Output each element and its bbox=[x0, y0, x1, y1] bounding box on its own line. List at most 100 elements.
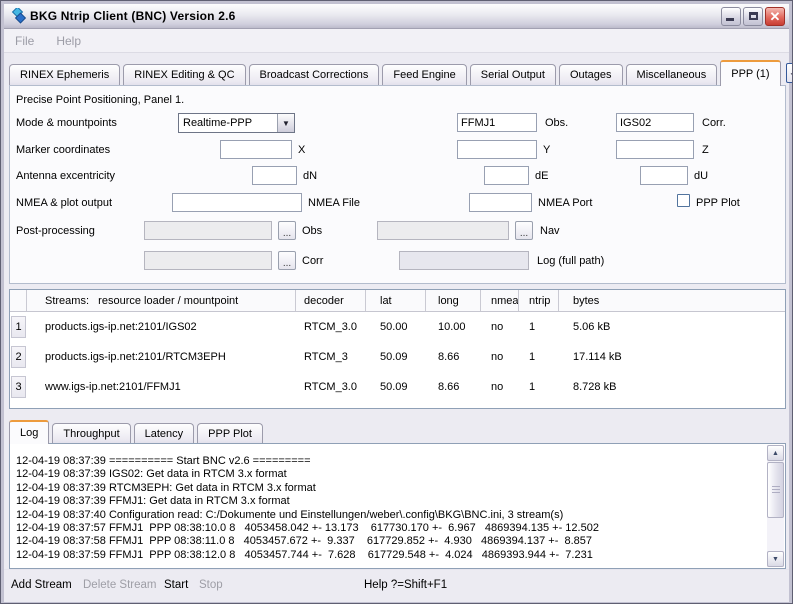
nmea-file-input[interactable] bbox=[172, 193, 302, 212]
antenna-dn-input[interactable] bbox=[252, 166, 297, 185]
tab-broadcast-corrections[interactable]: Broadcast Corrections bbox=[249, 64, 380, 85]
corr-label: Corr. bbox=[702, 117, 726, 129]
browse-nav-button[interactable]: ... bbox=[515, 221, 533, 240]
nmea-port-label: NMEA Port bbox=[538, 197, 592, 209]
scrollbar-thumb[interactable] bbox=[767, 462, 784, 518]
post-log-input bbox=[399, 251, 529, 270]
tab-miscellaneous[interactable]: Miscellaneous bbox=[626, 64, 718, 85]
window-controls: ✕ bbox=[721, 7, 785, 26]
tab-outages[interactable]: Outages bbox=[559, 64, 623, 85]
menu-file[interactable]: File bbox=[15, 34, 34, 48]
post-nav-input bbox=[377, 221, 509, 240]
header-ntrip: ntrip bbox=[519, 290, 559, 311]
tab-serial-output[interactable]: Serial Output bbox=[470, 64, 556, 85]
add-stream-button[interactable]: Add Stream bbox=[11, 579, 72, 591]
scroll-down-icon[interactable]: ▼ bbox=[767, 551, 784, 567]
close-button[interactable]: ✕ bbox=[765, 7, 785, 26]
browse-corr-button[interactable]: ... bbox=[278, 251, 296, 270]
mode-combobox-value: Realtime-PPP bbox=[179, 117, 277, 129]
cell-long[interactable]: 8.66 bbox=[426, 372, 481, 402]
top-tab-bar: RINEX Ephemeris RINEX Editing & QC Broad… bbox=[9, 59, 784, 85]
marker-x-input[interactable] bbox=[220, 140, 292, 159]
tab-log[interactable]: Log bbox=[9, 420, 49, 444]
cell-decoder[interactable]: RTCM_3.0 bbox=[296, 312, 366, 342]
cell-bytes[interactable]: 17.114 kB bbox=[559, 342, 785, 372]
antenna-excentricity-label: Antenna excentricity bbox=[16, 170, 115, 182]
row-number[interactable]: 2 bbox=[11, 346, 26, 368]
tab-throughput[interactable]: Throughput bbox=[52, 423, 130, 443]
cell-nmea[interactable]: no bbox=[481, 372, 519, 402]
action-bar: Add Stream Delete Stream Start Stop Help… bbox=[4, 569, 789, 602]
tab-rinex-editing-qc[interactable]: RINEX Editing & QC bbox=[123, 64, 245, 85]
nmea-port-input[interactable] bbox=[469, 193, 532, 212]
header-nmea: nmea bbox=[481, 290, 519, 311]
help-shortcut-label: Help ?=Shift+F1 bbox=[364, 579, 447, 591]
bnc-window: BKG Ntrip Client (BNC) Version 2.6 ✕ Fil… bbox=[0, 0, 793, 604]
menu-help[interactable]: Help bbox=[56, 34, 81, 48]
row-number[interactable]: 1 bbox=[11, 316, 26, 338]
header-lat: lat bbox=[366, 290, 426, 311]
tab-feed-engine[interactable]: Feed Engine bbox=[382, 64, 466, 85]
antenna-de-input[interactable] bbox=[484, 166, 529, 185]
antenna-du-input[interactable] bbox=[640, 166, 688, 185]
cell-lat[interactable]: 50.09 bbox=[366, 372, 426, 402]
minimize-icon bbox=[726, 18, 734, 21]
tab-rinex-ephemeris[interactable]: RINEX Ephemeris bbox=[9, 64, 120, 85]
tab-latency[interactable]: Latency bbox=[134, 423, 195, 443]
stop-button[interactable]: Stop bbox=[199, 579, 223, 591]
cell-long[interactable]: 8.66 bbox=[426, 342, 481, 372]
cell-nmea[interactable]: no bbox=[481, 342, 519, 372]
cell-decoder[interactable]: RTCM_3.0 bbox=[296, 372, 366, 402]
cell-nmea[interactable]: no bbox=[481, 312, 519, 342]
cell-mountpoint[interactable]: products.igs-ip.net:2101/IGS02 bbox=[27, 312, 296, 342]
bnc-app-icon bbox=[10, 8, 26, 24]
row-number[interactable]: 3 bbox=[11, 376, 26, 398]
cell-bytes[interactable]: 8.728 kB bbox=[559, 372, 785, 402]
tab-ppp-1[interactable]: PPP (1) bbox=[720, 60, 780, 86]
cell-bytes[interactable]: 5.06 kB bbox=[559, 312, 785, 342]
cell-lat[interactable]: 50.00 bbox=[366, 312, 426, 342]
title-bar[interactable]: BKG Ntrip Client (BNC) Version 2.6 ✕ bbox=[4, 4, 789, 29]
scroll-up-icon[interactable]: ▲ bbox=[767, 445, 784, 461]
mode-combobox[interactable]: Realtime-PPP ▼ bbox=[178, 113, 295, 133]
streams-table-header: Streams: resource loader / mountpoint de… bbox=[10, 290, 785, 312]
obs-mountpoint-input[interactable] bbox=[457, 113, 537, 132]
chevron-down-icon[interactable]: ▼ bbox=[277, 114, 294, 132]
corr-mountpoint-input[interactable] bbox=[616, 113, 694, 132]
cell-ntrip[interactable]: 1 bbox=[519, 372, 559, 402]
dn-label: dN bbox=[303, 170, 317, 182]
log-line: 12-04-19 08:37:39 RTCM3EPH: Get data in … bbox=[16, 482, 763, 495]
cell-ntrip[interactable]: 1 bbox=[519, 342, 559, 372]
cell-ntrip[interactable]: 1 bbox=[519, 312, 559, 342]
de-label: dE bbox=[535, 170, 548, 182]
cell-lat[interactable]: 50.09 bbox=[366, 342, 426, 372]
post-obs-input bbox=[144, 221, 272, 240]
maximize-button[interactable] bbox=[743, 7, 763, 26]
post-processing-label: Post-processing bbox=[16, 225, 95, 237]
header-long: long bbox=[426, 290, 481, 311]
start-button[interactable]: Start bbox=[164, 579, 188, 591]
maximize-icon bbox=[749, 12, 758, 20]
delete-stream-button[interactable]: Delete Stream bbox=[83, 579, 157, 591]
cell-mountpoint[interactable]: products.igs-ip.net:2101/RTCM3EPH bbox=[27, 342, 296, 372]
browse-obs-button[interactable]: ... bbox=[278, 221, 296, 240]
nmea-file-label: NMEA File bbox=[308, 197, 360, 209]
stream-row-2[interactable]: 2 products.igs-ip.net:2101/RTCM3EPH RTCM… bbox=[10, 342, 785, 372]
cell-mountpoint[interactable]: www.igs-ip.net:2101/FFMJ1 bbox=[27, 372, 296, 402]
thumb-grip-icon bbox=[772, 486, 780, 494]
cell-decoder[interactable]: RTCM_3 bbox=[296, 342, 366, 372]
log-scrollbar[interactable]: ▲ ▼ bbox=[767, 445, 784, 567]
log-line: 12-04-19 08:37:57 FFMJ1 PPP 08:38:10.0 8… bbox=[16, 522, 763, 535]
minimize-button[interactable] bbox=[721, 7, 741, 26]
post-nav-label: Nav bbox=[540, 225, 560, 237]
cell-long[interactable]: 10.00 bbox=[426, 312, 481, 342]
stream-row-1[interactable]: 1 products.igs-ip.net:2101/IGS02 RTCM_3.… bbox=[10, 312, 785, 342]
tab-scroll-left-icon[interactable]: ◀ bbox=[786, 63, 793, 83]
z-label: Z bbox=[702, 144, 709, 156]
marker-z-input[interactable] bbox=[616, 140, 694, 159]
tab-ppp-plot[interactable]: PPP Plot bbox=[197, 423, 263, 443]
ppp-plot-checkbox[interactable] bbox=[677, 194, 690, 207]
marker-y-input[interactable] bbox=[457, 140, 537, 159]
stream-row-3[interactable]: 3 www.igs-ip.net:2101/FFMJ1 RTCM_3.0 50.… bbox=[10, 372, 785, 402]
y-label: Y bbox=[543, 144, 550, 156]
